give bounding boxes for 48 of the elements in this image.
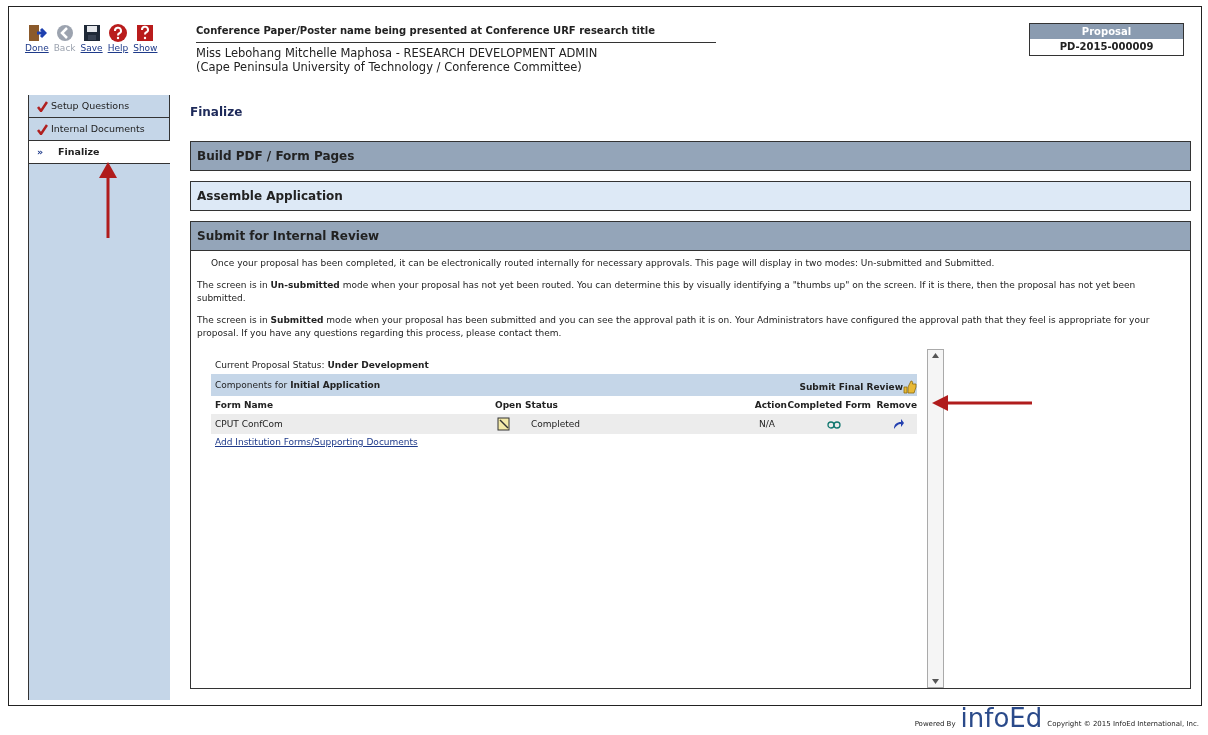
status-value: Under Development <box>327 359 429 372</box>
components-label: Components for <box>215 378 288 392</box>
infoed-logo: infoEd <box>960 705 1043 731</box>
sidebar-item[interactable]: Internal Documents <box>29 118 170 141</box>
question-page-icon <box>135 23 156 43</box>
scroll-down-icon[interactable] <box>932 679 939 684</box>
table-cell-text: Completed <box>530 417 582 431</box>
help-icon <box>107 23 128 43</box>
toolbar-button[interactable]: Save <box>80 23 103 53</box>
section-header[interactable]: Build PDF / Form Pages <box>191 142 1190 170</box>
submit-final-review-button[interactable]: Submit Final Review <box>799 376 917 394</box>
column-header: Form Name <box>215 398 274 412</box>
proposal-number: PD-2015-000009 <box>1058 40 1155 54</box>
help-paragraph: Once your proposal has been completed, it can be electronically routed internally for necessary approvals. This page will display in two modes: Un-submitted and Submitted. <box>210 257 996 270</box>
column-header: Remove <box>875 398 917 412</box>
edit-page-icon[interactable] <box>497 417 511 431</box>
toolbar-button[interactable]: Help <box>107 23 129 53</box>
toolbar-button[interactable]: Show <box>133 23 158 53</box>
proposal-title: Conference Paper/Poster name being presented at Conference URF research title <box>196 23 716 43</box>
glasses-icon[interactable] <box>827 419 841 429</box>
column-header: Status <box>525 398 559 412</box>
sidebar-item[interactable]: Setup Questions <box>29 95 170 118</box>
status-label: Current Proposal Status: <box>215 359 325 372</box>
exit-door-icon <box>26 23 47 43</box>
components-value: Initial Application <box>290 378 381 392</box>
sidebar-item[interactable]: » Finalize <box>29 141 170 164</box>
column-header: Open <box>495 398 523 412</box>
check-icon <box>37 123 48 135</box>
person-name: Miss Lebohang Mitchelle Maphosa - RESEARCH DEVELOPMENT ADMIN <box>196 46 599 60</box>
help-paragraph: The screen is in Un-submitted mode when your proposal has not yet been routed. You can determine this by visually identifying a "thumbs up" on the screen. If it is there, then the proposal has not yet been submitted. <box>197 279 1137 305</box>
column-header: Completed Form <box>787 398 871 412</box>
section-header[interactable]: Submit for Internal Review <box>191 222 1190 250</box>
chevron-marker: » <box>37 144 45 159</box>
back-icon <box>54 23 75 43</box>
scroll-up-icon[interactable] <box>932 353 939 358</box>
add-forms-link[interactable]: Add Institution Forms/Supporting Documents <box>211 436 917 449</box>
proposal-label: Proposal <box>1030 24 1183 39</box>
thumbs-up-icon <box>903 380 917 394</box>
help-paragraph: The screen is in Submitted mode when your proposal has been submitted and you can see the approval path it is on. Your Administrators have configured the approval path that they feel is appropriate for your proposal. If you have any questions regarding this process, please contact them. <box>197 314 1151 340</box>
toolbar-button[interactable]: Done <box>25 23 49 53</box>
column-header: Action <box>753 398 787 412</box>
table-cell-text: N/A <box>758 417 776 431</box>
share-arrow-icon[interactable] <box>892 418 904 430</box>
table-cell-text: CPUT ConfCom <box>215 417 284 431</box>
check-icon <box>37 100 48 112</box>
section-header[interactable]: Assemble Application <box>191 182 1190 210</box>
page-title: Finalize <box>190 104 244 121</box>
organization-name: (Cape Peninsula University of Technology / Conference Committee) <box>196 60 583 74</box>
